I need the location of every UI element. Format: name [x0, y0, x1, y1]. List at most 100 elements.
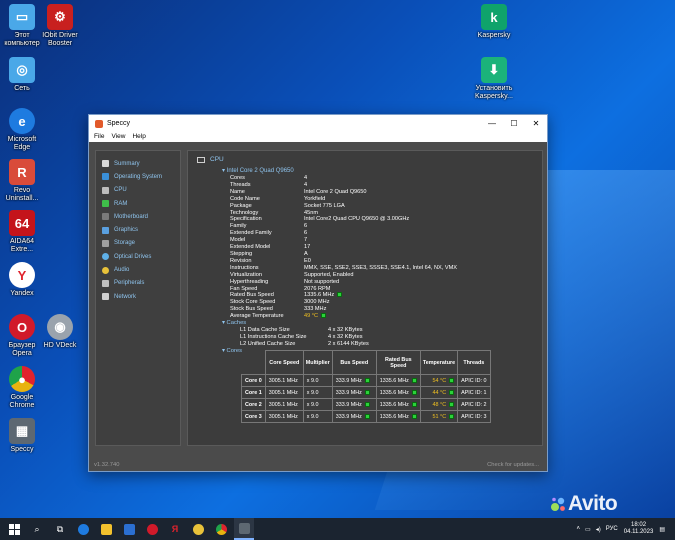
status-indicator-icon	[321, 313, 327, 319]
status-indicator-icon	[449, 389, 455, 395]
cache-row: L1 Data Cache Size 4 x 32 KBytes	[240, 326, 363, 333]
desktop-icon-yandex[interactable]: Y Yandex	[0, 262, 44, 298]
close-button[interactable]: ✕	[525, 115, 547, 132]
table-row: Core 3 3005.1 MHz x 9.0 333.9 MHz 1335.6…	[241, 410, 491, 423]
taskbar: ⌕ ⧉ Я ˄ ▭ ◂) РУС 18:02 04.11.2023 ▤	[0, 518, 675, 540]
property-row: Stepping A	[230, 250, 308, 257]
task-view-button[interactable]: ⧉	[50, 518, 70, 540]
property-row: Average Temperature 49 °C	[230, 313, 457, 320]
desktop-icon-edge[interactable]: e Microsoft Edge	[0, 108, 44, 152]
desktop-icon-network[interactable]: ◎ Сеть	[0, 57, 44, 93]
status-indicator-icon	[449, 413, 455, 419]
window-titlebar[interactable]: Speccy — ☐ ✕	[89, 115, 547, 132]
speccy-icon: ▦	[9, 418, 35, 444]
edge-icon	[77, 523, 89, 535]
speccy-icon	[238, 522, 250, 534]
property-row: Specification Intel Core2 Quad CPU Q9650 …	[230, 216, 410, 223]
menu-view[interactable]: View	[111, 132, 125, 142]
sidebar-item-network[interactable]: Network	[96, 290, 180, 303]
section-title: CPU	[210, 156, 224, 163]
tray-chevron-up-icon[interactable]: ˄	[577, 526, 581, 532]
graphics-icon	[102, 226, 109, 234]
clock[interactable]: 18:02 04.11.2023	[624, 522, 654, 536]
sidebar-item-summary[interactable]: Summary	[96, 157, 180, 170]
status-indicator-icon	[337, 292, 343, 298]
avito-logo-icon	[551, 497, 565, 511]
opera-icon	[146, 523, 158, 535]
peripherals-icon	[102, 279, 109, 287]
optical-drive-icon	[102, 253, 109, 261]
sidebar-item-operating-system[interactable]: Operating System	[96, 170, 180, 183]
taskbar-search-button[interactable]: ⌕	[27, 518, 47, 540]
taskbar-yandex[interactable]: Я	[165, 518, 185, 540]
maximize-button[interactable]: ☐	[503, 115, 525, 132]
sidebar-item-ram[interactable]: RAM	[96, 197, 180, 210]
volume-icon[interactable]: ◂)	[596, 526, 601, 533]
taskbar-hd-vdeck[interactable]	[188, 518, 208, 540]
motherboard-icon	[102, 213, 109, 221]
chrome-icon	[215, 523, 227, 535]
desktop-icon-hd-vdeck[interactable]: ◉ HD VDeck	[38, 314, 82, 350]
desktop-icon-kaspersky[interactable]: k Kaspersky	[472, 4, 516, 40]
taskbar-file-explorer[interactable]	[96, 518, 116, 540]
taskbar-chrome[interactable]	[211, 518, 231, 540]
taskbar-edge[interactable]	[73, 518, 93, 540]
taskbar-store[interactable]	[119, 518, 139, 540]
yandex-icon: Y	[9, 262, 35, 288]
menu-file[interactable]: File	[94, 132, 104, 142]
sidebar-item-motherboard[interactable]: Motherboard	[96, 210, 180, 223]
processor-node[interactable]: ▾ Intel Core 2 Quad Q9650	[222, 167, 294, 174]
version-label: v1.32.740	[94, 462, 120, 468]
sidebar-item-storage[interactable]: Storage	[96, 237, 180, 250]
desktop-icon-kaspersky-install[interactable]: ⬇ Установить Kaspersky...	[472, 57, 516, 101]
chrome-icon: ●	[9, 366, 35, 392]
status-indicator-icon	[411, 401, 417, 407]
sidebar-item-optical-drives[interactable]: Optical Drives	[96, 250, 180, 263]
sidebar-item-peripherals[interactable]: Peripherals	[96, 277, 180, 290]
property-row: Cores 4	[230, 175, 308, 181]
desktop-icon-speccy[interactable]: ▦ Speccy	[0, 418, 44, 454]
language-indicator[interactable]: РУС	[606, 526, 618, 532]
desktop-icon-chrome[interactable]: ● Google Chrome	[0, 366, 44, 410]
sidebar-item-cpu[interactable]: CPU	[96, 184, 180, 197]
average-temperature: 49 °C	[304, 313, 319, 320]
property-row: Package Socket 775 LGA	[230, 202, 345, 209]
menu-help[interactable]: Help	[132, 132, 145, 142]
cpu-properties: Cores 4 Threads 4 Name Intel Core 2 Quad Q9…	[222, 175, 457, 355]
status-indicator-icon	[449, 377, 455, 383]
speccy-window[interactable]: Speccy — ☐ ✕ File View Help Summary Oper…	[88, 114, 548, 472]
property-row: Threads 4	[230, 181, 308, 188]
desktop-icon-driver-booster[interactable]: ⚙ IObit Driver Booster	[38, 4, 82, 48]
avito-watermark: Avito	[568, 492, 618, 515]
status-indicator-icon	[364, 389, 370, 395]
caches-node[interactable]: ▾ Caches	[222, 320, 457, 327]
table-row: Core 2 3005.1 MHz x 9.0 333.9 MHz 1335.6…	[241, 398, 491, 411]
sidebar-item-graphics[interactable]: Graphics	[96, 223, 180, 236]
system-tray: ˄ ▭ ◂) РУС 18:02 04.11.2023 ▤	[577, 522, 675, 536]
opera-icon: O	[9, 314, 35, 340]
check-updates-link[interactable]: Check for updates...	[487, 462, 539, 468]
processor-name: Intel Core 2 Quad Q9650	[226, 168, 294, 174]
property-row: Family 6	[230, 223, 308, 230]
desktop-icon-revo[interactable]: R Revo Uninstall...	[0, 159, 44, 203]
network-status-icon[interactable]: ▭	[585, 526, 591, 533]
property-row: Extended Model 17	[230, 244, 311, 251]
cache-row: L1 Instructions Cache Size 4 x 32 KBytes	[240, 333, 363, 340]
status-bar: v1.32.740 Check for updates...	[94, 462, 539, 468]
sidebar-item-audio[interactable]: Audio	[96, 263, 180, 276]
property-row: Model 7	[230, 237, 308, 244]
summary-icon	[102, 160, 109, 168]
property-row: Name Intel Core 2 Quad Q9650	[230, 188, 367, 195]
menu-bar: File View Help	[89, 132, 547, 142]
caches-list: L1 Data Cache Size 4 x 32 KBytes L1 Instr…	[230, 327, 457, 348]
cpu-details-panel[interactable]: CPU ▾ Intel Core 2 Quad Q9650 Cores 4 Thr…	[187, 150, 543, 446]
network-icon: ◎	[9, 57, 35, 83]
start-button[interactable]	[4, 518, 24, 540]
minimize-button[interactable]: —	[481, 115, 503, 132]
taskbar-speccy[interactable]	[234, 518, 254, 540]
clock-time: 18:02	[631, 522, 647, 528]
table-row: Core 1 3005.1 MHz x 9.0 333.9 MHz 1335.6…	[241, 386, 491, 399]
desktop-icon-aida64[interactable]: 64 AIDA64 Extre...	[0, 210, 44, 254]
taskbar-opera[interactable]	[142, 518, 162, 540]
notifications-icon[interactable]: ▤	[659, 526, 665, 533]
